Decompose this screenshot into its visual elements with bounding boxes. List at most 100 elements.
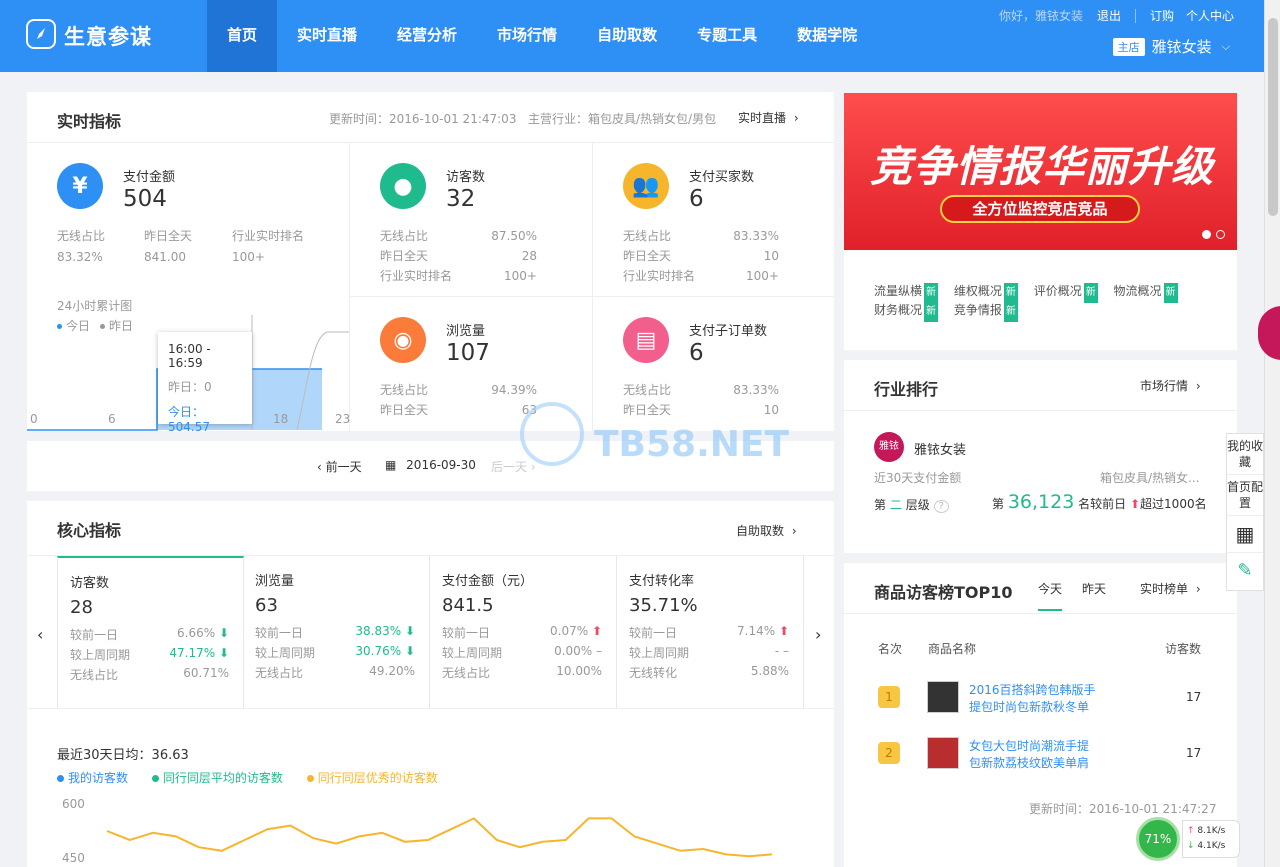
legend-my-visitors[interactable]: 我的访客数: [57, 771, 128, 785]
tier-post: 层级: [905, 498, 930, 512]
buyers-label: 支付买家数: [689, 170, 755, 185]
row-label: 行业实时排名: [380, 269, 453, 283]
carousel-prev-button[interactable]: ‹: [37, 625, 43, 644]
core-cell-pageviews[interactable]: 浏览量 63 较前一日 较上周同期 无线占比 38.83% ⬇ 30.76% ⬇…: [243, 556, 430, 708]
qrcode-icon[interactable]: ▦: [1227, 516, 1263, 553]
page-scrollbar[interactable]: [1264, 0, 1280, 867]
feature-finance[interactable]: 财务概况新: [874, 302, 939, 322]
shop-name: 雅铱女装: [1151, 38, 1212, 56]
arrow-up-icon: ⬆: [775, 624, 789, 638]
network-meter[interactable]: 71%: [1136, 817, 1180, 861]
prev-day-button[interactable]: ‹ 前一天: [317, 458, 362, 475]
nav-business-analysis[interactable]: 经营分析: [377, 0, 477, 72]
legend-peer-avg[interactable]: 同行同层平均的访客数: [151, 771, 283, 785]
chevron-right-icon: ›: [1195, 582, 1201, 596]
divider: [27, 142, 834, 143]
core-cell-conversion[interactable]: 支付转化率 35.71% 较前一日 较上周同期 无线转化 7.14% ⬆ - –…: [617, 556, 804, 708]
realtime-live-link[interactable]: 实时直播 ›: [738, 109, 799, 126]
feature-competition[interactable]: 竞争情报新: [954, 302, 1018, 322]
row-value: 83.33%: [733, 229, 779, 243]
self-query-label: 自助取数: [736, 524, 785, 538]
market-link[interactable]: 市场行情 ›: [1140, 377, 1201, 394]
legend-label: 我的访客数: [68, 771, 129, 785]
feature-traffic[interactable]: 流量纵横新: [874, 283, 939, 303]
core-cell-visitors[interactable]: 访客数 28 较前一日 较上周同期 无线占比 6.66% ⬇ 47.17% ⬇ …: [57, 556, 244, 708]
watermark-text: TB58.NET: [594, 424, 790, 465]
divider: [844, 410, 1237, 411]
nav-tools[interactable]: 专题工具: [677, 0, 777, 72]
next-day-button[interactable]: 后一天 ›: [491, 458, 536, 475]
compass-logo-icon[interactable]: [26, 19, 56, 49]
tab-today[interactable]: 今天: [1038, 580, 1063, 611]
chevron-down-icon: ⌵: [1221, 39, 1230, 53]
row-value: 10: [763, 249, 779, 263]
promo-banner[interactable]: 竞争情报华丽升级 全方位监控竞店竞品: [844, 93, 1237, 250]
product-thumbnail[interactable]: [927, 681, 959, 713]
legend-peer-top[interactable]: 同行同层优秀的访客数: [306, 771, 438, 785]
logout-link[interactable]: 退出: [1097, 7, 1121, 24]
product-link[interactable]: 女包大包时尚潮流手提包新款荔枝纹欧美单肩: [969, 738, 1099, 772]
order-link[interactable]: 订购: [1150, 7, 1174, 24]
rank-metric-label: 近30天支付金额: [874, 471, 962, 485]
watermark-hand-icon: [520, 402, 584, 466]
market-label: 市场行情: [1140, 379, 1189, 393]
pageviews-value: 107: [446, 340, 490, 366]
nav-academy[interactable]: 数据学院: [777, 0, 877, 72]
calendar-icon: ▦: [385, 458, 397, 472]
user-center-link[interactable]: 个人中心: [1186, 7, 1234, 24]
core-cell-name: 支付金额（元）: [442, 574, 534, 589]
legend-dot: [306, 775, 314, 782]
core-cell-pay-amount[interactable]: 支付金额（元） 841.5 较前一日 较上周同期 无线占比 0.07% ⬆ 0.…: [430, 556, 617, 708]
row-value-text: 47.17%: [169, 646, 216, 660]
industry-rank-card: 行业排行 市场行情 › 雅铱 雅铱女装 近30天支付金额 箱包皮具/热销女...…: [844, 360, 1237, 553]
core-cell-value: 28: [70, 597, 93, 618]
row-value: 100+: [504, 269, 537, 283]
row-value: 49.20%: [369, 664, 415, 678]
row-label: 较上周同期: [442, 646, 503, 660]
col-visits: 访客数: [1165, 642, 1202, 656]
date-picker[interactable]: ▦ 2016-09-30: [385, 458, 476, 472]
carousel-dot[interactable]: [1216, 230, 1225, 239]
chevron-left-icon: ‹: [317, 460, 322, 474]
divider: [844, 613, 1237, 614]
row-label: 昨日全天: [380, 249, 429, 263]
my-favorites-button[interactable]: 我的收藏: [1227, 434, 1263, 475]
arrow-up-icon: ⬆: [1126, 497, 1141, 511]
buyers-rows-values: 83.33% 10 100+: [717, 226, 779, 286]
legend-label: 同行同层平均的访客数: [162, 771, 283, 785]
tick-6: 6: [108, 412, 116, 426]
rank-change: 超过1000名: [1140, 497, 1207, 511]
tab-yesterday[interactable]: 昨天: [1082, 580, 1106, 597]
rank-value: 36,123: [1007, 491, 1075, 513]
tooltip-today: 今日：504.57: [168, 405, 210, 434]
product-thumbnail[interactable]: [927, 737, 959, 769]
help-icon[interactable]: ?: [933, 500, 949, 513]
divider: [1134, 8, 1136, 23]
scrollbar-thumb[interactable]: [1268, 18, 1278, 216]
product-link[interactable]: 2016百搭斜跨包韩版手提包时尚包新款秋冬单: [969, 682, 1099, 716]
nav-market[interactable]: 市场行情: [477, 0, 577, 72]
row-label: 昨日全天: [623, 249, 672, 263]
row-value-text: 38.83%: [355, 624, 402, 638]
feature-reviews[interactable]: 评价概况新: [1034, 283, 1098, 303]
realtime-ranking-link[interactable]: 实时榜单 ›: [1140, 580, 1201, 597]
nav-self-query[interactable]: 自助取数: [577, 0, 677, 72]
clipboard-icon: ▤: [623, 317, 669, 363]
feature-logistics[interactable]: 物流概况新: [1114, 283, 1178, 303]
chart-tooltip: 16:00 - 16:59 昨日：0 今日：504.57: [158, 332, 252, 434]
edit-pencil-icon[interactable]: ✎: [1227, 553, 1263, 589]
main-industry: 主营行业：箱包皮具/热销女包/男包: [528, 112, 717, 126]
floating-tab[interactable]: [1258, 306, 1280, 360]
nav-home[interactable]: 首页: [207, 0, 278, 72]
feature-rights[interactable]: 维权概况新: [954, 283, 1018, 303]
carousel-next-button[interactable]: ›: [815, 625, 821, 644]
row-label: 较上周同期: [70, 648, 131, 662]
nav-live[interactable]: 实时直播: [277, 0, 377, 72]
brand-name[interactable]: 生意参谋: [64, 21, 152, 51]
rank-medal-icon: 1: [878, 686, 900, 708]
carousel-dot-active[interactable]: [1202, 230, 1211, 239]
divider: [27, 708, 834, 709]
home-config-button[interactable]: 首页配置: [1227, 475, 1263, 516]
self-query-link[interactable]: 自助取数 ›: [736, 522, 797, 539]
shop-switcher[interactable]: 主店 雅铱女装 ⌵: [1112, 36, 1230, 57]
